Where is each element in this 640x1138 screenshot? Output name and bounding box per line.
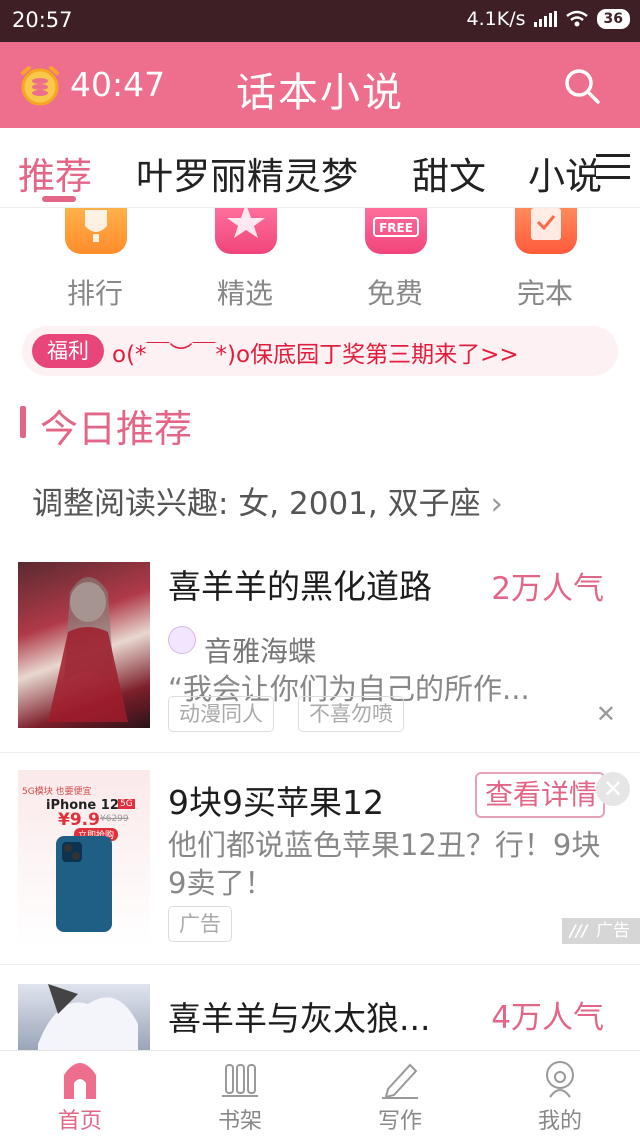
free-tag-icon: FREE xyxy=(365,208,427,254)
close-ad-icon[interactable]: ✕ xyxy=(596,772,630,806)
close-icon[interactable]: ✕ xyxy=(596,700,616,728)
profile-icon xyxy=(546,1061,574,1098)
divider xyxy=(0,752,640,753)
ad-tag: 广告 xyxy=(168,906,232,942)
welfare-notice[interactable]: 福利 o(*￣︶￣*)o保底园丁奖第三期来了>> xyxy=(22,326,618,376)
battery-icon: 36 xyxy=(596,9,630,29)
ad-image: 5G模块 也要便宜 iPhone 12 5G ¥9.9 ¥6299 立即抢购 xyxy=(18,770,150,946)
nav-home[interactable]: 首页 xyxy=(0,1051,160,1138)
bookshelf-icon xyxy=(222,1064,258,1097)
star-icon xyxy=(215,204,277,254)
nav-profile[interactable]: 我的 xyxy=(480,1051,640,1138)
ad-logo-icon: /// xyxy=(570,921,588,940)
status-icons: 4.1K/s 36 xyxy=(467,8,630,30)
welfare-badge: 福利 xyxy=(32,334,104,368)
active-tab-indicator xyxy=(42,196,76,202)
divider xyxy=(0,964,640,965)
search-icon[interactable] xyxy=(562,66,602,106)
book-cover xyxy=(18,984,150,1050)
tab-sweet[interactable]: 甜文 xyxy=(412,146,486,200)
app-header: 40:47 话本小说 xyxy=(0,42,640,128)
menu-icon[interactable] xyxy=(596,154,630,184)
trophy-icon xyxy=(65,208,127,254)
author-avatar xyxy=(168,626,196,654)
free-tag-text: FREE xyxy=(379,221,413,235)
tag: 动漫同人 xyxy=(168,696,274,732)
ad-mark: /// 广告 xyxy=(562,918,640,944)
author-name: 音雅海蝶 xyxy=(204,635,317,668)
category-tabs: 推荐 叶罗丽精灵梦 甜文 小说 xyxy=(0,128,640,208)
nav-write[interactable]: 写作 xyxy=(320,1051,480,1138)
quick-entry-free[interactable]: FREE 免费 xyxy=(320,208,470,310)
app-title: 话本小说 xyxy=(236,70,404,116)
status-bar: 20:57 4.1K/s 36 xyxy=(0,0,640,42)
wifi-icon xyxy=(565,10,588,27)
book-title: 喜羊羊与灰太狼... xyxy=(168,999,431,1038)
popularity: 2万人气 xyxy=(491,571,604,607)
quick-entry-featured[interactable]: 精选 xyxy=(170,204,320,310)
chevron-right-icon: › xyxy=(490,486,503,522)
book-card[interactable]: 喜羊羊的黑化道路 2万人气 音雅海蝶 “我会让你们为自己的所作... 动漫同人 … xyxy=(0,560,640,750)
check-icon xyxy=(515,208,577,254)
bottom-nav: 首页 书架 写作 我的 xyxy=(0,1050,640,1138)
tab-recommend[interactable]: 推荐 xyxy=(18,146,92,200)
book-title: 喜羊羊的黑化道路 xyxy=(168,567,432,606)
book-cover xyxy=(18,562,150,728)
quick-entry-completed[interactable]: 完本 xyxy=(470,208,620,310)
section-title: 今日推荐 xyxy=(40,407,193,451)
section-marker xyxy=(20,406,26,438)
ad-title: 9块9买苹果12 xyxy=(168,783,384,822)
quick-entry-ranking[interactable]: 排行 xyxy=(20,208,170,310)
network-speed: 4.1K/s xyxy=(466,8,526,30)
clock: 20:57 xyxy=(12,8,73,32)
book-card[interactable]: 喜羊羊与灰太狼... 4万人气 xyxy=(0,984,640,1050)
signal-icon xyxy=(533,11,557,27)
view-details-button[interactable]: 查看详情 xyxy=(475,772,605,818)
adjust-interest-link[interactable]: 调整阅读兴趣: 女, 2001, 双子座 › xyxy=(32,478,503,523)
interest-text: 调整阅读兴趣: 女, 2001, 双子座 xyxy=(32,486,481,522)
home-icon xyxy=(64,1063,96,1099)
tag: 不喜勿喷 xyxy=(298,696,404,732)
ad-description: 他们都说蓝色苹果12丑？行！9块9卖了！ xyxy=(168,828,601,900)
popularity: 4万人气 xyxy=(491,1000,604,1036)
notice-text: o(*￣︶￣*)o保底园丁奖第三期来了>> xyxy=(112,342,519,368)
nav-bookshelf[interactable]: 书架 xyxy=(160,1051,320,1138)
tab-yeluoli[interactable]: 叶罗丽精灵梦 xyxy=(136,146,358,200)
tab-novel[interactable]: 小说 xyxy=(528,146,602,200)
pen-icon xyxy=(382,1063,418,1099)
